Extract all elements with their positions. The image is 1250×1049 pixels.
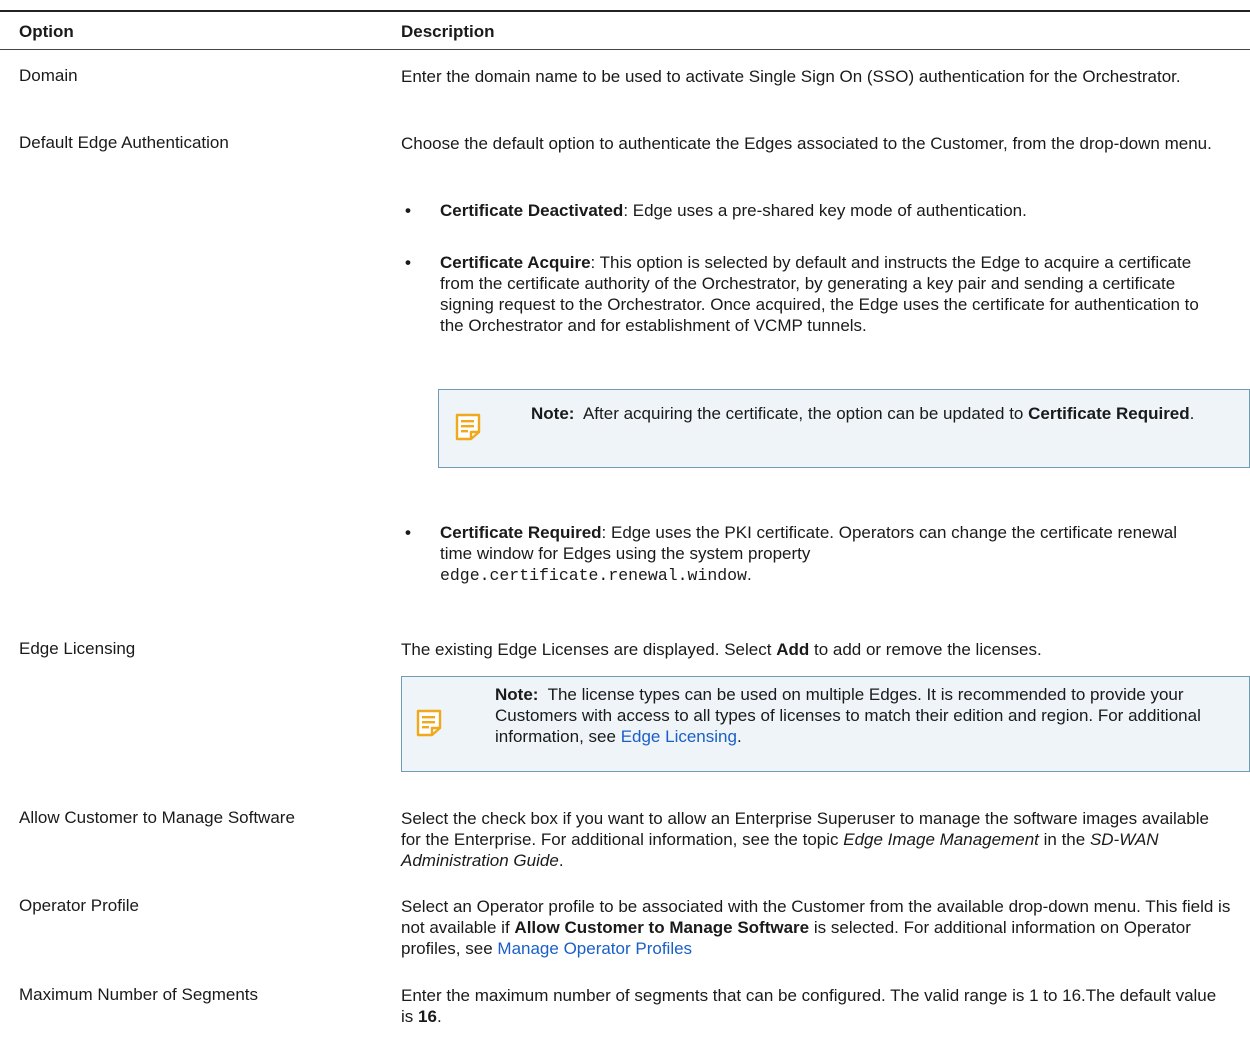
row-allow-manage-software-option: Allow Customer to Manage Software: [19, 808, 295, 827]
row-edge-licensing-option: Edge Licensing: [19, 639, 136, 658]
bullet-dot: •: [405, 523, 411, 542]
table-top-rule: [0, 10, 1250, 12]
system-property-code: edge.certificate.renewal.window: [440, 566, 747, 585]
bullet-dot: •: [405, 201, 411, 220]
bullet-dot: •: [405, 253, 411, 272]
note-certificate: Note: After acquiring the certificate, t…: [438, 389, 1250, 468]
row-allow-manage-software-description: Select the check box if you want to allo…: [401, 809, 1209, 870]
header-description: Description: [401, 22, 495, 41]
row-domain-option: Domain: [19, 66, 78, 85]
guide-topic: Edge Image Management: [843, 830, 1039, 849]
row-operator-profile-description: Select an Operator profile to be associa…: [401, 897, 1231, 958]
note-text: Note: The license types can be used on m…: [495, 685, 1201, 746]
row-default-edge-auth-description: Choose the default option to authenticat…: [401, 134, 1212, 153]
manage-operator-profiles-link[interactable]: Manage Operator Profiles: [497, 939, 692, 958]
note-label: Note:: [495, 685, 539, 704]
bullet-certificate-deactivated: • Certificate Deactivated: Edge uses a pr…: [401, 200, 1246, 221]
row-operator-profile-option: Operator Profile: [19, 896, 139, 915]
header-option: Option: [19, 22, 74, 41]
edge-licensing-link[interactable]: Edge Licensing: [621, 727, 737, 746]
note-strong: Certificate Required: [1028, 404, 1190, 423]
bullet-certificate-acquire: • Certificate Acquire: This option is sel…: [401, 252, 1221, 336]
note-icon: [416, 709, 442, 742]
row-edge-licensing-description: The existing Edge Licenses are displayed…: [401, 640, 1042, 659]
note-licensing: Note: The license types can be used on m…: [401, 676, 1250, 772]
bullet-term: Certificate Deactivated: [440, 201, 624, 220]
bullet-certificate-required: • Certificate Required: Edge uses the PKI…: [405, 523, 1178, 585]
bullet-term: Certificate Required: [440, 523, 602, 542]
note-icon: [455, 413, 481, 446]
note-label: Note:: [531, 404, 575, 423]
row-default-edge-auth-option: Default Edge Authentication: [19, 133, 229, 152]
note-text: Note: After acquiring the certificate, t…: [531, 404, 1195, 423]
add-term: Add: [776, 640, 810, 659]
header-rule: [0, 49, 1250, 50]
allow-manage-software-term: Allow Customer to Manage Software: [514, 918, 810, 937]
default-segments-value: 16: [418, 1007, 437, 1026]
bullet-term: Certificate Acquire: [440, 253, 591, 272]
row-max-segments-description: Enter the maximum number of segments tha…: [401, 986, 1217, 1026]
row-domain-description: Enter the domain name to be used to acti…: [401, 67, 1181, 86]
row-max-segments-option: Maximum Number of Segments: [19, 985, 259, 1004]
bullet-text: : Edge uses a pre-shared key mode of aut…: [623, 201, 1027, 220]
